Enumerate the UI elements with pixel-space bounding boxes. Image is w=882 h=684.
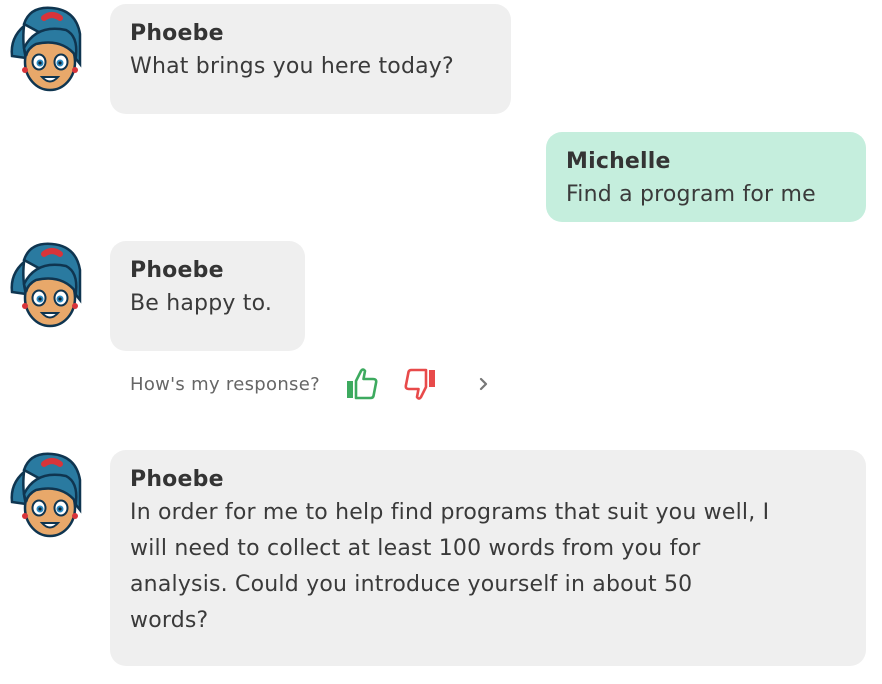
phoebe-avatar	[6, 240, 88, 336]
message-text: Find a program for me	[566, 182, 816, 207]
response-feedback: How's my response?	[130, 366, 492, 402]
sender-name: Phoebe	[130, 467, 224, 492]
message-line: analysis. Could you introduce yourself i…	[130, 572, 693, 597]
avatar-icon	[10, 6, 82, 92]
message-line: will need to collect at least 100 words …	[130, 536, 701, 561]
bot-message-bubble: Phoebe In order for me to help find prog…	[110, 450, 866, 666]
message-text: What brings you here today?	[130, 54, 454, 79]
bot-message-bubble: Phoebe Be happy to.	[110, 241, 305, 351]
bot-message-bubble: Phoebe What brings you here today?	[110, 4, 511, 114]
message-line: words?	[130, 608, 209, 633]
chat-transcript: Phoebe What brings you here today? Miche…	[0, 0, 882, 684]
feedback-label: How's my response?	[130, 373, 320, 395]
message-text: Be happy to.	[130, 291, 273, 316]
phoebe-avatar	[6, 4, 88, 100]
avatar-icon	[10, 242, 82, 328]
thumbs-down-icon[interactable]	[402, 366, 438, 402]
sender-name: Phoebe	[130, 258, 224, 283]
message-line: In order for me to help find programs th…	[130, 500, 770, 525]
thumbs-up-icon[interactable]	[344, 366, 380, 402]
chevron-right-icon[interactable]	[476, 374, 492, 394]
avatar-icon	[10, 452, 82, 538]
phoebe-avatar	[6, 450, 88, 546]
sender-name: Phoebe	[130, 21, 224, 46]
user-message-bubble: Michelle Find a program for me	[546, 132, 866, 222]
sender-name: Michelle	[566, 149, 671, 174]
